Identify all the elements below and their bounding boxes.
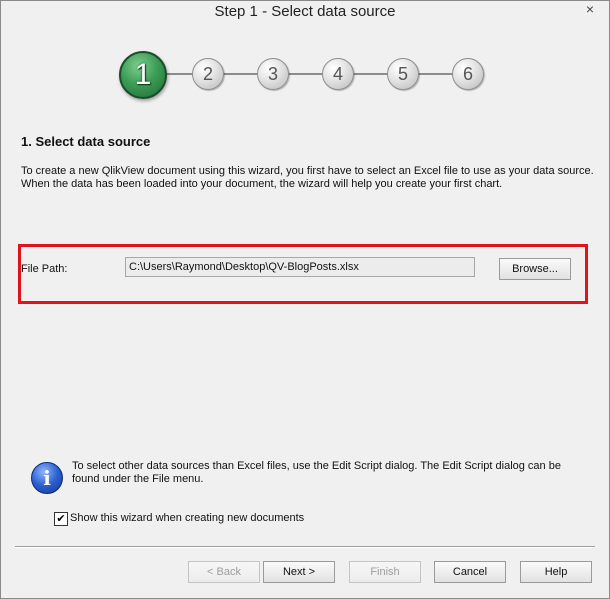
- help-button[interactable]: Help: [520, 561, 592, 583]
- info-text: To select other data sources than Excel …: [72, 460, 561, 485]
- step-3: 3: [257, 58, 289, 90]
- page-title: 1. Select data source: [21, 134, 151, 149]
- browse-button[interactable]: Browse...: [499, 258, 571, 280]
- info-icon: i: [31, 462, 63, 494]
- step-6: 6: [452, 58, 484, 90]
- step-1-current: 1: [119, 51, 167, 99]
- wizard-window: Step 1 - Select data source × 1 2 3 4 5 …: [0, 0, 610, 599]
- file-path-input[interactable]: [125, 257, 475, 277]
- page-description: To create a new QlikView document using …: [21, 165, 594, 190]
- file-path-label: File Path:: [21, 263, 68, 275]
- title-bar: Step 1 - Select data source ×: [1, 1, 609, 26]
- step-5: 5: [387, 58, 419, 90]
- close-icon[interactable]: ×: [577, 1, 603, 19]
- footer-separator: [15, 546, 595, 548]
- back-button[interactable]: < Back: [188, 561, 260, 583]
- cancel-button[interactable]: Cancel: [434, 561, 506, 583]
- step-2: 2: [192, 58, 224, 90]
- step-indicator: 1 2 3 4 5 6: [1, 26, 609, 126]
- window-title: Step 1 - Select data source: [214, 3, 396, 20]
- show-wizard-label[interactable]: Show this wizard when creating new docum…: [70, 512, 304, 524]
- finish-button[interactable]: Finish: [349, 561, 421, 583]
- show-wizard-checkbox[interactable]: ✔: [54, 512, 68, 526]
- step-4: 4: [322, 58, 354, 90]
- next-button[interactable]: Next >: [263, 561, 335, 583]
